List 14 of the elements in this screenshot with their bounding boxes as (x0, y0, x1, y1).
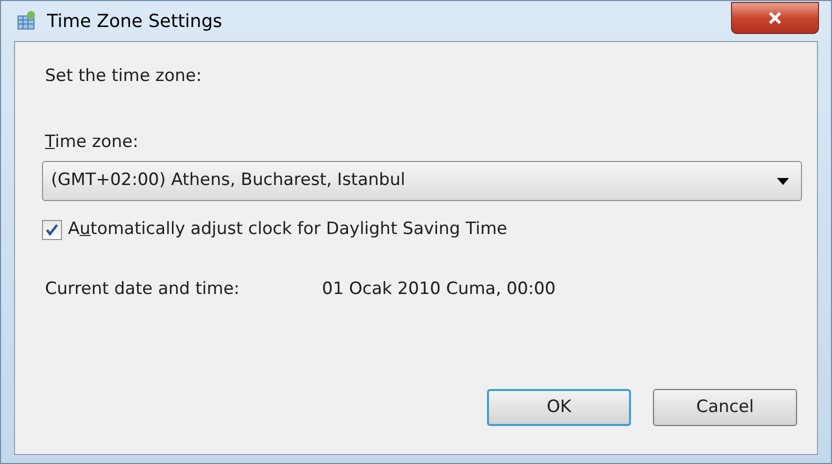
dialog-button[interactable]: OK (487, 389, 631, 426)
instruction-text: Set the time zone: (45, 65, 202, 88)
time-zone-dropdown[interactable]: (GMT+02:00) Athens, Bucharest, Istanbul (42, 161, 802, 201)
checkbox-label[interactable]: Automatically adjust clock for Daylight Saving Time (68, 217, 508, 242)
window-title: Time Zone Settings (47, 10, 222, 34)
close-icon (767, 11, 783, 25)
close-button[interactable] (731, 2, 819, 34)
date-time-value: 01 Ocak 2010 Cuma, 00:00 (322, 278, 556, 300)
field-label: Current date and time: (45, 278, 241, 300)
dropdown-arrow-icon (777, 178, 789, 184)
checkbox[interactable] (42, 220, 62, 240)
globe-grid-icon (15, 10, 37, 32)
field-label: Time zone: (45, 130, 138, 154)
dialog-button[interactable]: Cancel (653, 389, 797, 426)
